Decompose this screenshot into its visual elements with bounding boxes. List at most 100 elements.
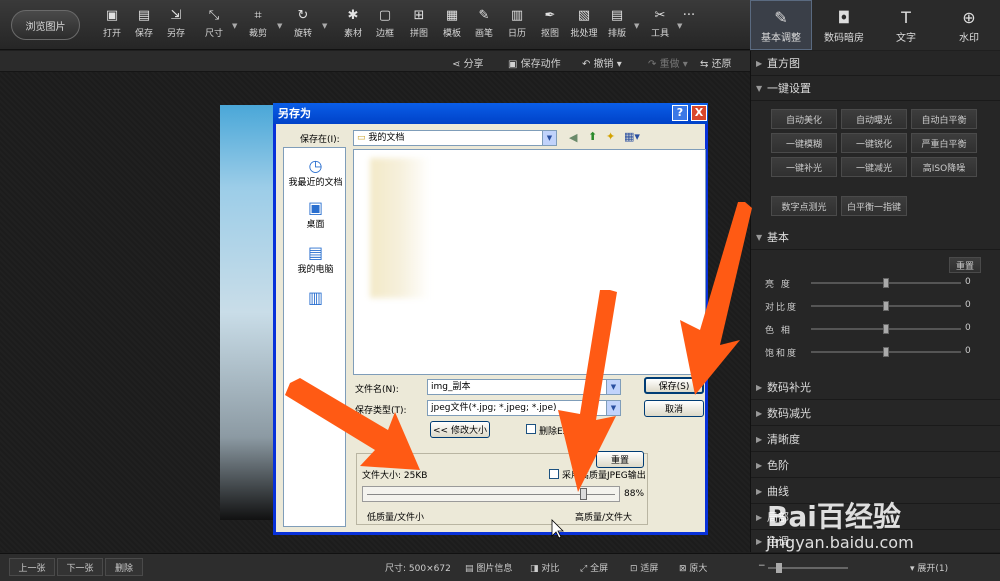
auto-white-balance-button[interactable]: 自动白平衡 [911,109,977,129]
one-key-reduce-light-button[interactable]: 一键减光 [841,157,907,177]
place-desktop[interactable]: ▣ 桌面 [284,198,347,230]
tab-darkroom[interactable]: ◘ 数码暗房 [813,0,875,50]
place-my-computer[interactable]: ▤ 我的电脑 [284,243,347,275]
filetype-select[interactable]: jpeg文件(*.jpg; *.jpeg; *.jpe) ▼ [427,400,621,416]
spot-metering-button[interactable]: 数字点测光 [771,196,837,216]
resize-button[interactable]: ⤡ 尺寸 [199,6,229,44]
quality-slider[interactable] [362,486,620,502]
saturation-thumb[interactable] [883,347,889,357]
compare-button[interactable]: ◨ 对比 [530,561,559,574]
collapse-arrow-icon: ▼ [756,83,763,93]
one-key-fill-light-button[interactable]: 一键补光 [771,157,837,177]
redo-button[interactable]: ↷ 重做 ▾ [648,55,688,70]
share-button[interactable]: ⋖ 分享 [452,55,484,70]
brightness-thumb[interactable] [883,278,889,288]
zoom-thumb[interactable] [776,563,782,573]
fit-screen-button[interactable]: ⊡ 适屏 [630,561,658,574]
crop-icon: ⌗ [254,8,262,23]
reset-quality-button[interactable]: 重置 [596,451,644,468]
rotate-button[interactable]: ↻ 旋转 [288,6,318,44]
hue-slider[interactable] [811,324,961,334]
tools-button[interactable]: ✂ 工具 [645,6,675,44]
brush-button[interactable]: ✎ 画笔 [469,6,499,44]
tab-basic-adjust[interactable]: ✎ 基本调整 [750,0,812,50]
high-iso-denoise-button[interactable]: 高ISO降噪 [911,157,977,177]
section-fill-light[interactable]: ▶ 数码补光 [751,375,1000,400]
restore-button[interactable]: ⇆ 还原 [700,55,732,70]
view-menu-icon[interactable]: ▦▾ [624,130,640,143]
cancel-dialog-button[interactable]: 取消 [644,400,704,417]
crop-dropdown[interactable]: ▼ [277,22,282,30]
section-histogram[interactable]: ▶ 直方图 [751,51,1000,76]
quality-track [367,494,615,495]
section-one-key[interactable]: ▼ 一键设置 [751,76,1000,101]
section-basic[interactable]: ▼ 基本 [751,225,1000,250]
resize-dropdown[interactable]: ▼ [232,22,237,30]
remove-exif-checkbox[interactable] [526,424,536,434]
filename-input[interactable]: img_副本 ▼ [427,379,621,395]
strict-white-balance-button[interactable]: 严重白平衡 [911,133,977,153]
fullscreen-icon: ⤢ [580,564,591,574]
save-button[interactable]: ▤ 保存 [129,6,159,44]
open-button[interactable]: ▣ 打开 [97,6,127,44]
section-clarity[interactable]: ▶ 清晰度 [751,427,1000,452]
contrast-thumb[interactable] [883,301,889,311]
place-network[interactable]: ▥ [284,288,347,307]
section-reduce-light[interactable]: ▶ 数码减光 [751,401,1000,426]
zoom-slider[interactable] [768,563,848,573]
hue-thumb[interactable] [883,324,889,334]
save-dialog-button[interactable]: 保存(S) [644,377,704,394]
collage-button[interactable]: ⊞ 拼图 [404,6,434,44]
share-icon: ⋖ [452,59,464,70]
zoom-out-button[interactable]: − [758,561,766,571]
delete-image-button[interactable]: 删除 [105,558,143,576]
save-in-select[interactable]: ▭ 我的文档 ▼ [353,130,557,146]
save-action-button[interactable]: ▣ 保存动作 [508,55,561,70]
tab-text[interactable]: T 文字 [875,0,937,50]
quality-thumb[interactable] [579,488,587,500]
new-folder-icon[interactable]: ✦ [606,130,615,143]
next-image-button[interactable]: 下一张 [57,558,103,576]
template-button[interactable]: ▦ 模板 [437,6,467,44]
white-balance-picker-button[interactable]: 白平衡一指键 [841,196,907,216]
border-button[interactable]: ▢ 边框 [370,6,400,44]
auto-exposure-button[interactable]: 自动曝光 [841,109,907,129]
tab-watermark[interactable]: ⊕ 水印 [938,0,1000,50]
material-button[interactable]: ✱ 素材 [338,6,368,44]
high-quality-checkbox[interactable] [549,469,559,479]
more-button[interactable]: ··· [674,6,704,44]
prev-image-button[interactable]: 上一张 [9,558,55,576]
brightness-slider[interactable] [811,278,961,288]
baidu-jingyan-watermark: Bai百经验 jingyan.baidu.com [762,473,1000,553]
browse-images-button[interactable]: 浏览图片 [11,10,80,40]
layout-button[interactable]: ▤ 排版 [602,6,632,44]
back-icon[interactable]: ◀ [569,131,577,144]
crop-button[interactable]: ⌗ 裁剪 [243,6,273,44]
save-as-button[interactable]: ⇲ 另存 [161,6,191,44]
saturation-slider[interactable] [811,347,961,357]
fullscreen-button[interactable]: ⤢ 全屏 [580,561,608,574]
undo-button[interactable]: ↶ 撤销 ▾ [582,55,622,70]
image-info-button[interactable]: ▤ 图片信息 [465,561,512,574]
resize-image-button[interactable]: << 修改大小 [430,421,490,438]
batch-button[interactable]: ▧ 批处理 [569,6,599,44]
up-folder-icon[interactable]: ⬆ [588,130,597,143]
dialog-title: 另存为 ? X [273,103,708,124]
layout-dropdown[interactable]: ▼ [634,22,639,30]
original-size-button[interactable]: ⊠ 原大 [679,561,707,574]
auto-beautify-button[interactable]: 自动美化 [771,109,837,129]
calendar-button[interactable]: ▥ 日历 [502,6,532,44]
one-key-sharpen-button[interactable]: 一键锐化 [841,133,907,153]
close-button[interactable]: X [691,105,707,121]
rotate-dropdown[interactable]: ▼ [322,22,327,30]
undo-icon: ↶ [582,59,594,70]
place-recent[interactable]: ◷ 我最近的文档 [284,156,347,188]
reset-basic-button[interactable]: 重置 [949,257,981,273]
image-size-text: 尺寸: 500×672 [385,564,451,574]
one-key-blur-button[interactable]: 一键模糊 [771,133,837,153]
help-button[interactable]: ? [672,105,688,121]
file-list[interactable] [353,149,706,375]
cutout-button[interactable]: ✒ 抠图 [535,6,565,44]
contrast-slider[interactable] [811,301,961,311]
expand-button[interactable]: ▾ 展开(1) [910,561,948,574]
